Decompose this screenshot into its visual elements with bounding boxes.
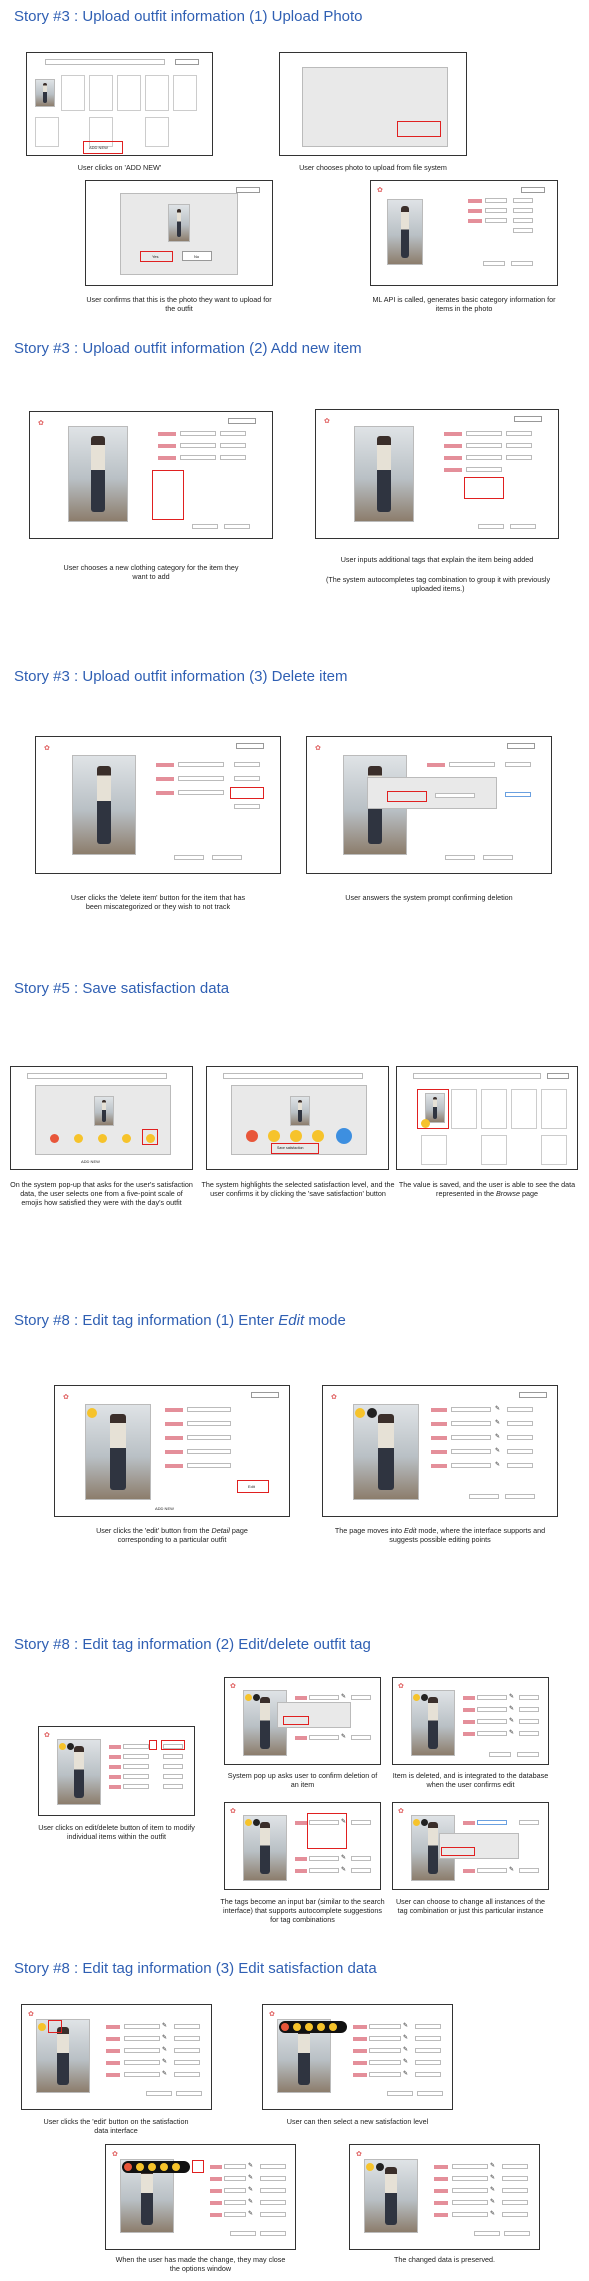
section-title-add-item: Story #3 : Upload outfit information (2)… xyxy=(14,340,362,357)
mockup-changed-preserved: ✿ ✎ ✎ ✎ ✎ ✎ xyxy=(349,2144,540,2250)
caption-5b-text: The page moves into xyxy=(334,1526,405,1535)
mockup-item-deleted: ✿ ✎ ✎ ✎ ✎ xyxy=(392,1677,549,1765)
mockup-add-tags: ✿ xyxy=(315,409,559,539)
caption-4b: The system highlights the selected satis… xyxy=(201,1180,395,1198)
confirm-modal xyxy=(120,193,238,275)
caption-7b: User can then select a new satisfaction … xyxy=(286,2117,429,2126)
section-title-edit-satisfaction: Story #8 : Edit tag information (3) Edit… xyxy=(14,1960,377,1977)
caption-6e: User can choose to change all instances … xyxy=(395,1897,546,1915)
mockup-choose-category: ✿ xyxy=(29,411,273,539)
caption-3b: User answers the system prompt confirmin… xyxy=(345,893,513,902)
mockup-edit-delete-button: ✿ xyxy=(38,1726,195,1816)
caption-6a: User clicks on edit/delete button of ite… xyxy=(38,1823,195,1841)
upload-button-mock xyxy=(175,59,199,65)
caption-3a: User clicks the 'delete item' button for… xyxy=(70,893,246,911)
caption-5a: User clicks the 'edit' button from the D… xyxy=(80,1526,264,1545)
caption-7a: User clicks the 'edit' button on the sat… xyxy=(43,2117,189,2135)
change-all-highlight xyxy=(441,1847,475,1856)
caption-6d: The tags become an input bar (similar to… xyxy=(220,1897,385,1924)
mockup-close-options: ✿ ✎ ✎ ✎ ✎ ✎ xyxy=(105,2144,296,2250)
section-title-em: Edit xyxy=(278,1312,305,1329)
section-title-enter-edit: Story #8 : Edit tag information (1) Ente… xyxy=(14,1312,346,1329)
upload-highlight xyxy=(397,121,441,137)
caption-7d: The changed data is preserved. xyxy=(393,2255,496,2264)
satisfaction-edit-highlight xyxy=(48,2020,62,2033)
mockup-ml-api: ✿ xyxy=(370,180,558,286)
caption-4c: The value is saved, and the user is able… xyxy=(396,1180,578,1199)
caption-1d: ML API is called, generates basic catego… xyxy=(372,295,556,313)
caption-5a-em: Detail xyxy=(211,1526,230,1535)
delete-yes-highlight xyxy=(387,791,427,802)
caption-5b: The page moves into Edit mode, where the… xyxy=(324,1526,556,1545)
caption-4a: On the system pop-up that asks for the u… xyxy=(10,1180,193,1207)
add-new-label: ADD NEW xyxy=(81,1159,100,1164)
mockup-browse-page xyxy=(396,1066,578,1170)
caption-1c: User confirms that this is the photo the… xyxy=(86,295,272,313)
caption-4c-text: The value is saved, and the user is able… xyxy=(398,1180,576,1198)
caption-6c: Item is deleted, and is integrated to th… xyxy=(392,1771,549,1789)
emoji-selection-highlight xyxy=(142,1129,158,1145)
caption-7c: When the user has made the change, they … xyxy=(115,2255,286,2273)
caption-6b: System pop up asks user to confirm delet… xyxy=(227,1771,378,1789)
pencil-highlight xyxy=(149,1740,157,1750)
mockup-edit-mode: ✿ ✎ ✎ ✎ ✎ ✎ xyxy=(322,1385,558,1517)
mockup-satisfaction-save: Save satisfaction xyxy=(206,1066,389,1170)
saved-outfit-highlight xyxy=(417,1089,449,1129)
delete-highlight xyxy=(161,1740,185,1750)
section-title-delete-item: Story #3 : Upload outfit information (3)… xyxy=(14,668,348,685)
mockup-add-new: ADD NEW xyxy=(26,52,213,156)
caption-5a-text: User clicks the 'edit' button from the xyxy=(96,1526,212,1535)
delete-item-highlight xyxy=(230,787,264,799)
mockup-select-satisfaction: ✿ ✎ ✎ ✎ ✎ ✎ xyxy=(262,2004,453,2110)
mockup-satisfaction-edit-button: ✿ ✎ ✎ ✎ ✎ ✎ xyxy=(21,2004,212,2110)
mockup-detail-page: ✿ Edit ADD NEW xyxy=(54,1385,290,1517)
no-label: No xyxy=(194,254,200,259)
tag-autocomplete-highlight xyxy=(464,477,504,499)
search-bar xyxy=(45,59,165,65)
caption-2a: User chooses a new clothing category for… xyxy=(63,563,239,581)
mockup-change-instances: ✿ ✎ xyxy=(392,1802,549,1890)
section-title-edit-delete-tag: Story #8 : Edit tag information (2) Edit… xyxy=(14,1636,371,1653)
caption-5b-em: Edit xyxy=(404,1526,417,1535)
caption-1b: User chooses photo to upload from file s… xyxy=(299,163,447,172)
section-title-end: mode xyxy=(304,1312,346,1329)
close-options-highlight xyxy=(192,2160,204,2173)
caption-4c-end: page xyxy=(519,1188,538,1198)
caption-2b: User inputs additional tags that explain… xyxy=(340,555,534,564)
mockup-delete-confirm: ✿ xyxy=(306,736,552,874)
popup-yes-highlight xyxy=(283,1716,309,1725)
section-title-upload-photo: Story #3 : Upload outfit information (1)… xyxy=(14,8,363,25)
save-satisfaction-label: Save satisfaction xyxy=(277,1146,304,1150)
mockup-satisfaction-popup: ADD NEW xyxy=(10,1066,193,1170)
edit-label: Edit xyxy=(248,1484,255,1489)
mockup-delete-popup: ✿ ✎ ✎ xyxy=(224,1677,381,1765)
mockup-delete-item: ✿ xyxy=(35,736,281,874)
caption-2b-note: (The system autocompletes tag combinatio… xyxy=(325,575,551,593)
caption-1a: User clicks on 'ADD NEW' xyxy=(77,163,162,172)
category-dropdown-highlight xyxy=(152,470,184,520)
tag-input-highlight xyxy=(307,1813,347,1849)
mockup-tag-input: ✿ ✎ ✎ ✎ xyxy=(224,1802,381,1890)
outfit-thumbnail xyxy=(35,79,55,107)
mockup-file-system xyxy=(279,52,467,156)
caption-4c-em: Browse xyxy=(495,1188,520,1198)
mockup-confirm-photo: Yes No xyxy=(85,180,273,286)
add-new-label: ADD NEW xyxy=(155,1506,174,1511)
section-title-satisfaction: Story #5 : Save satisfaction data xyxy=(14,980,230,997)
yes-label: Yes xyxy=(152,254,159,259)
add-new-label: ADD NEW xyxy=(89,145,108,150)
section-title-text: Story #8 : Edit tag information (1) Ente… xyxy=(14,1312,279,1329)
flower-logo-icon: ✿ xyxy=(377,187,383,194)
